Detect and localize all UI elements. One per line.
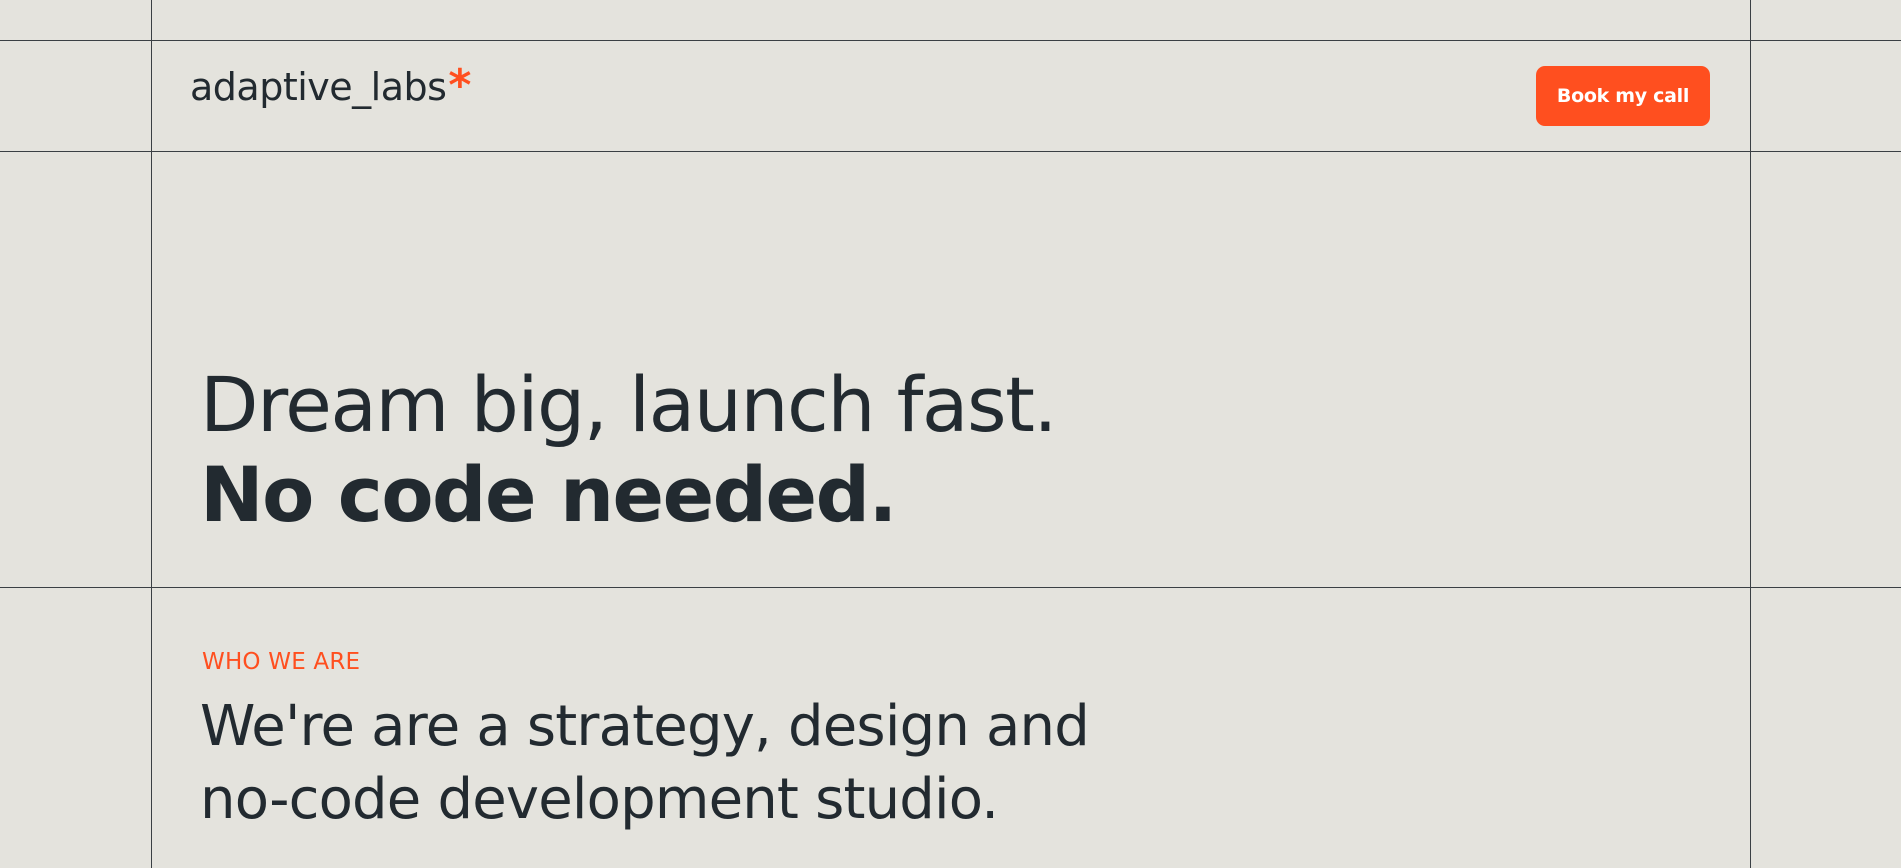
grid-line-horizontal-hero-bottom: [0, 587, 1901, 588]
hero-headline-line2: No code needed.: [200, 450, 897, 539]
logo[interactable]: adaptive_labs*: [190, 64, 471, 112]
grid-line-vertical-right: [1750, 0, 1751, 868]
logo-text: adaptive_labs: [190, 65, 447, 109]
grid-line-horizontal-header-bottom: [0, 151, 1901, 152]
book-call-button[interactable]: Book my call: [1536, 66, 1710, 126]
landing-page: adaptive_labs* Book my call Dream big, l…: [0, 0, 1901, 868]
about-description-line1: We're are a strategy, design and: [200, 694, 1090, 759]
asterisk-icon: *: [448, 60, 471, 111]
grid-line-vertical-left: [151, 0, 152, 868]
hero-headline: Dream big, launch fast. No code needed.: [200, 360, 1058, 540]
section-eyebrow: WHO WE ARE: [202, 649, 361, 675]
grid-line-horizontal-top: [0, 40, 1901, 41]
about-description-line2: no-code development studio.: [200, 767, 999, 832]
about-description: We're are a strategy, design and no-code…: [200, 690, 1090, 836]
hero-headline-line1: Dream big, launch fast.: [200, 360, 1058, 449]
